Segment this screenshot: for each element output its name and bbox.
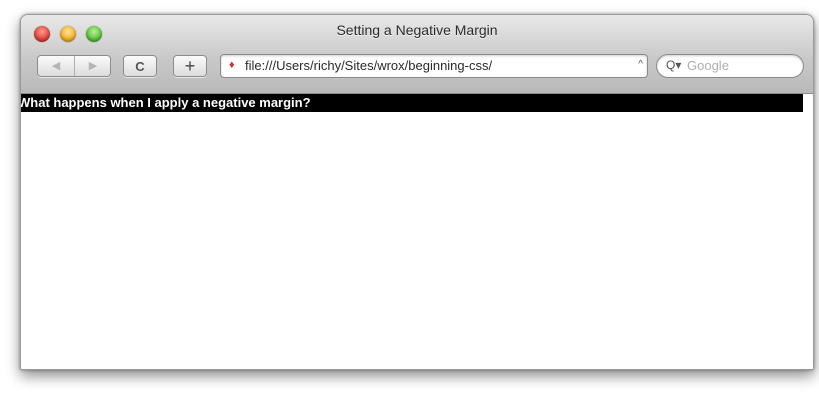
- title-bar: Setting a Negative Margin ◀ ▶ C + ♦ file…: [21, 15, 813, 94]
- address-bar[interactable]: ♦ file:///Users/richy/Sites/wrox/beginni…: [220, 54, 648, 78]
- forward-arrow-icon[interactable]: ▶: [75, 56, 111, 76]
- search-placeholder: Google: [687, 58, 729, 73]
- add-bookmark-button[interactable]: +: [173, 55, 207, 77]
- search-icon[interactable]: Q▾: [666, 58, 681, 72]
- back-arrow-icon[interactable]: ◀: [38, 56, 75, 76]
- search-field[interactable]: Q▾ Google: [656, 54, 804, 78]
- address-dropdown-icon[interactable]: ^: [638, 59, 643, 70]
- page-icon: ♦: [229, 59, 235, 71]
- browser-window: Setting a Negative Margin ◀ ▶ C + ♦ file…: [20, 14, 814, 370]
- reload-button[interactable]: C: [123, 55, 157, 77]
- window-title: Setting a Negative Margin: [336, 22, 498, 38]
- back-forward-buttons: ◀ ▶: [37, 55, 111, 77]
- negative-margin-heading: What happens when I apply a negative mar…: [21, 94, 803, 112]
- heading-text: What happens when I apply a negative mar…: [20, 95, 311, 110]
- address-url[interactable]: file:///Users/richy/Sites/wrox/beginning…: [245, 58, 625, 73]
- page-content: What happens when I apply a negative mar…: [21, 94, 813, 369]
